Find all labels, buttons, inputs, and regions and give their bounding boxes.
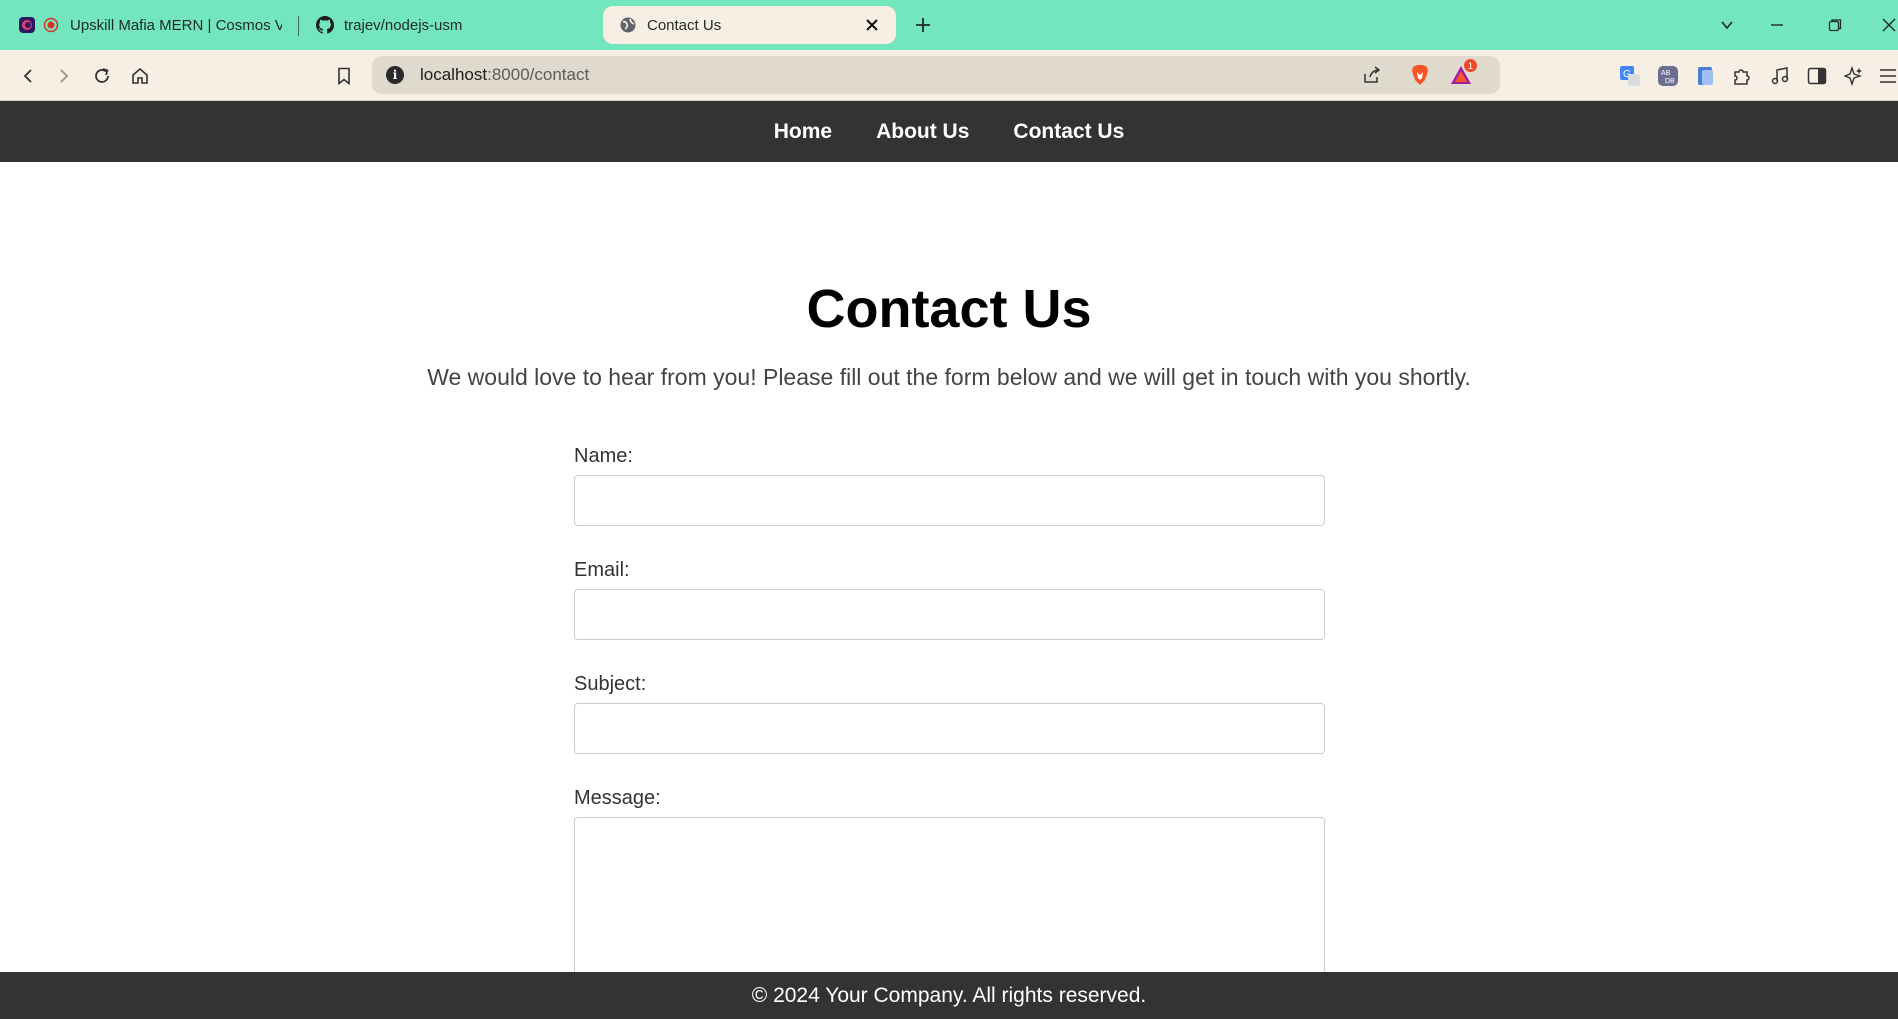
translate-icon[interactable]: G bbox=[1616, 62, 1644, 90]
sidebar-toggle-icon[interactable] bbox=[1803, 62, 1831, 90]
page-title: Contact Us bbox=[806, 279, 1092, 339]
brave-rewards-icon[interactable]: 1 bbox=[1449, 59, 1477, 87]
subject-label: Subject: bbox=[574, 673, 647, 695]
dictionary-extension-icon[interactable]: AB DB bbox=[1654, 62, 1682, 90]
email-input[interactable] bbox=[574, 589, 1325, 640]
main-content: Contact Us We would love to hear from yo… bbox=[0, 162, 1898, 1007]
tab-title: Upskill Mafia MERN | Cosmos Vi bbox=[70, 16, 282, 34]
close-tab-icon[interactable] bbox=[862, 15, 882, 35]
globe-icon bbox=[619, 16, 637, 34]
subject-input[interactable] bbox=[574, 703, 1325, 754]
url-text[interactable]: localhost:8000/contact bbox=[420, 65, 589, 85]
new-tab-button[interactable] bbox=[910, 12, 936, 38]
tab-title: Contact Us bbox=[647, 16, 722, 34]
nav-contact-link[interactable]: Contact Us bbox=[1013, 120, 1124, 144]
menu-hamburger-icon[interactable] bbox=[1874, 62, 1898, 90]
footer-copyright: © 2024 Your Company. All rights reserved… bbox=[751, 983, 1147, 1007]
address-bar[interactable]: i localhost:8000/contact 1 bbox=[372, 56, 1500, 94]
rewards-badge: 1 bbox=[1464, 59, 1477, 72]
svg-text:DB: DB bbox=[1665, 78, 1675, 85]
tab-search-chevron-icon[interactable] bbox=[1712, 12, 1742, 38]
site-footer: © 2024 Your Company. All rights reserved… bbox=[0, 972, 1898, 1019]
notes-extension-icon[interactable] bbox=[1692, 62, 1720, 90]
tab-upskill-mafia[interactable]: Upskill Mafia MERN | Cosmos Vi bbox=[18, 6, 282, 44]
browser-toolbar: i localhost:8000/contact 1 G AB DB bbox=[0, 50, 1898, 101]
site-info-icon[interactable]: i bbox=[386, 66, 404, 84]
contact-form: Name: Email: Subject: Message: bbox=[574, 442, 1325, 1007]
url-host: localhost bbox=[420, 65, 488, 84]
restore-button[interactable] bbox=[1820, 12, 1850, 38]
tab-separator bbox=[298, 16, 299, 36]
leo-ai-icon[interactable] bbox=[1840, 62, 1868, 90]
brave-shields-icon[interactable] bbox=[1408, 63, 1432, 87]
url-path: :8000/contact bbox=[487, 65, 590, 84]
github-icon bbox=[316, 16, 334, 34]
media-music-icon[interactable] bbox=[1766, 62, 1794, 90]
site-navbar: Home About Us Contact Us bbox=[0, 101, 1898, 162]
svg-text:AB: AB bbox=[1661, 70, 1671, 77]
name-label: Name: bbox=[574, 445, 633, 467]
reload-button[interactable] bbox=[88, 62, 116, 90]
extensions-puzzle-icon[interactable] bbox=[1728, 62, 1756, 90]
intro-text: We would love to hear from you! Please f… bbox=[427, 364, 1471, 390]
forward-button[interactable] bbox=[50, 62, 78, 90]
tab-github[interactable]: trajev/nodejs-usm bbox=[316, 6, 586, 44]
share-icon[interactable] bbox=[1360, 63, 1384, 87]
home-button[interactable] bbox=[126, 62, 154, 90]
cosmos-favicon-icon bbox=[18, 16, 36, 34]
back-button[interactable] bbox=[14, 62, 42, 90]
recording-icon bbox=[42, 16, 60, 34]
bookmark-button[interactable] bbox=[330, 62, 358, 90]
close-window-button[interactable] bbox=[1874, 12, 1898, 38]
name-input[interactable] bbox=[574, 475, 1325, 526]
minimize-button[interactable] bbox=[1762, 12, 1792, 38]
browser-tabstrip: Upskill Mafia MERN | Cosmos Vi trajev/no… bbox=[0, 0, 1898, 50]
message-label: Message: bbox=[574, 787, 661, 809]
nav-about-link[interactable]: About Us bbox=[876, 120, 969, 144]
nav-home-link[interactable]: Home bbox=[774, 120, 832, 144]
email-label: Email: bbox=[574, 559, 630, 581]
tab-contact-us-active[interactable]: Contact Us bbox=[603, 6, 896, 44]
tab-title: trajev/nodejs-usm bbox=[344, 16, 463, 34]
